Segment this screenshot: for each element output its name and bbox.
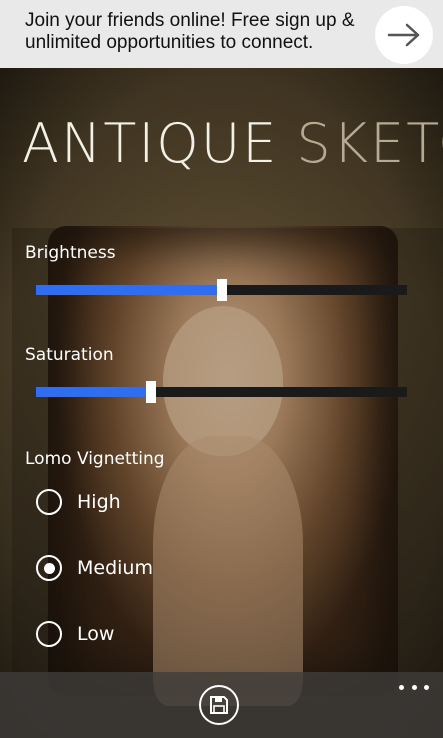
more-button[interactable] — [399, 680, 429, 694]
effect-title: ANTIQUE SKETC — [22, 112, 443, 176]
more-icon-dot-2 — [411, 684, 417, 690]
arrow-right-icon — [387, 23, 420, 47]
saturation-slider[interactable] — [36, 381, 407, 403]
more-icon-dot-1 — [399, 684, 404, 690]
more-icon-dot-3 — [424, 684, 429, 690]
radio-high[interactable]: High — [36, 489, 121, 515]
saturation-label: Saturation — [25, 345, 114, 365]
effect-title-next[interactable]: SKETC — [296, 112, 443, 175]
brightness-slider-fill — [36, 285, 222, 295]
save-icon — [210, 696, 228, 714]
ad-text-line1: Join your friends online! Free sign up & — [25, 10, 355, 31]
app-bar — [0, 672, 443, 738]
radio-medium-dot — [43, 562, 55, 574]
radio-medium[interactable]: Medium — [36, 555, 153, 581]
vignetting-label: Lomo Vignetting — [25, 449, 165, 469]
ad-text: Join your friends online! Free sign up &… — [25, 10, 375, 54]
ad-arrow-button[interactable] — [375, 6, 433, 64]
saturation-slider-fill — [36, 387, 151, 397]
brightness-slider[interactable] — [36, 279, 407, 301]
radio-low-circle[interactable] — [36, 621, 62, 647]
saturation-slider-thumb[interactable] — [146, 381, 156, 403]
effect-title-current: ANTIQUE — [22, 112, 279, 175]
brightness-slider-thumb[interactable] — [217, 279, 227, 301]
brightness-label: Brightness — [25, 243, 116, 263]
radio-medium-label[interactable]: Medium — [77, 557, 153, 579]
radio-high-circle[interactable] — [36, 489, 62, 515]
radio-medium-circle[interactable] — [36, 555, 62, 581]
ad-banner[interactable]: Join your friends online! Free sign up &… — [0, 0, 443, 68]
radio-high-label[interactable]: High — [77, 491, 121, 513]
ad-text-line2: unlimited opportunities to connect. — [25, 32, 314, 53]
save-button[interactable] — [199, 685, 239, 725]
radio-low-label[interactable]: Low — [77, 623, 114, 645]
radio-low[interactable]: Low — [36, 621, 114, 647]
